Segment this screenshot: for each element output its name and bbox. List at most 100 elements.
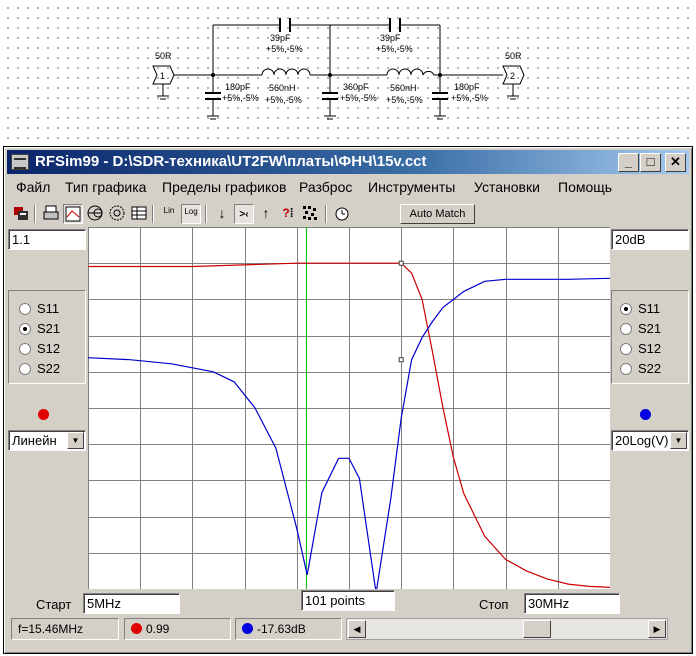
title-bar[interactable]: RFSim99 - D:\SDR-техника\UT2FW\платы\ФНЧ… — [7, 150, 689, 174]
left-scale-mode-select[interactable]: Линейн ▼ — [8, 430, 86, 451]
port-1-number: 1 — [160, 71, 165, 81]
rfsim-window: RFSim99 - D:\SDR-техника\UT2FW\платы\ФНЧ… — [3, 146, 693, 654]
auto-match-button[interactable]: Auto Match — [400, 204, 475, 224]
close-button[interactable]: ✕ — [665, 153, 686, 172]
smith-chart-icon[interactable] — [85, 204, 105, 224]
menu-settings[interactable]: Установки — [474, 179, 540, 195]
cap-180pf-2-value: 180pF — [454, 82, 480, 92]
narrow-icon[interactable]: >‹ — [234, 204, 254, 224]
right-radio-s12-label: S12 — [638, 341, 662, 356]
points-field[interactable]: 101 points — [301, 590, 395, 611]
marker-s21 — [398, 260, 404, 266]
status-left-value: 0.99 — [124, 618, 231, 640]
toolbar: Lin Log ↓ >‹ ↑ ?⁞ Auto Match — [7, 202, 689, 226]
random-icon[interactable] — [300, 204, 320, 224]
left-radio-s11-label: S11 — [37, 301, 60, 316]
cap-180pf-1-tol: +5%,-5% — [222, 93, 259, 103]
rect-plot-icon[interactable] — [63, 204, 83, 224]
left-radio-s11[interactable]: S11 — [19, 301, 59, 316]
cap-39pf-1-value: 39pF — [270, 33, 291, 43]
chevron-down-icon[interactable]: ▼ — [670, 432, 687, 449]
right-radio-s11-label: S11 — [638, 301, 661, 316]
left-radio-s21[interactable]: S21 — [19, 321, 60, 336]
log-scale-label: Log — [184, 207, 198, 216]
schematic-panel: 50R 1 50R 2 39pF +5%,-5% 39pF +5%,-5% 18… — [0, 0, 696, 143]
left-scale-field[interactable]: 1.1 — [8, 229, 86, 250]
scroll-left-icon[interactable]: ◀ — [348, 620, 366, 638]
ind-2-tol: +5%,-5% — [386, 95, 423, 105]
left-radio-s21-label: S21 — [37, 321, 61, 336]
status-bar: f=15.46MHz 0.99 -17.63dB ◀ ▶ — [7, 618, 689, 642]
query-icon[interactable]: ?⁞ — [278, 204, 298, 224]
menu-file[interactable]: Файл — [16, 179, 50, 195]
port-1-label: 50R — [155, 51, 172, 61]
arrow-up-icon[interactable]: ↑ — [256, 204, 276, 224]
left-radio-s22-label: S22 — [37, 361, 61, 376]
cap-180pf-1-value: 180pF — [225, 82, 251, 92]
cap-360pf-tol: +5%,-5% — [340, 93, 377, 103]
right-radio-s11[interactable]: S11 — [620, 301, 660, 316]
schematic-icon[interactable] — [11, 204, 31, 224]
plot-area[interactable] — [87, 227, 611, 594]
status-left-value-text: 0.99 — [146, 622, 170, 636]
response-chart — [87, 227, 611, 594]
blue-dot-icon — [242, 623, 253, 634]
menu-help[interactable]: Помощь — [558, 179, 612, 195]
red-dot-icon — [131, 623, 142, 634]
ind-2-value: 560nH — [390, 83, 417, 93]
marker-s11 — [398, 357, 404, 363]
cap-39pf-2-tol: +5%,-5% — [376, 44, 413, 54]
window-title: RFSim99 - D:\SDR-техника\UT2FW\платы\ФНЧ… — [35, 153, 427, 170]
status-right-value-text: -17.63dB — [257, 622, 306, 636]
scroll-right-icon[interactable]: ▶ — [648, 620, 666, 638]
menu-spread[interactable]: Разброс — [299, 179, 352, 195]
minimize-button[interactable]: _ — [618, 153, 639, 172]
menu-plot-type[interactable]: Тип графика — [65, 179, 146, 195]
left-param-group: S11 S21 S12 S22 — [8, 290, 86, 384]
left-radio-s12[interactable]: S12 — [19, 341, 60, 356]
right-radio-s22-label: S22 — [638, 361, 662, 376]
ind-1-value: 560nH — [269, 83, 296, 93]
print-icon[interactable] — [41, 204, 61, 224]
menu-bar: Файл Тип графика Пределы графиков Разбро… — [7, 177, 689, 199]
start-frequency-field[interactable]: 5MHz — [83, 593, 180, 614]
polar-chart-icon[interactable] — [107, 204, 127, 224]
menu-tools[interactable]: Инструменты — [368, 179, 455, 195]
right-radio-s21-label: S21 — [638, 321, 662, 336]
right-radio-s12[interactable]: S12 — [620, 341, 661, 356]
lin-scale-label: Lin — [163, 206, 175, 215]
stop-frequency-field[interactable]: 30MHz — [524, 593, 620, 614]
cap-39pf-1-tol: +5%,-5% — [266, 44, 303, 54]
left-trace-color-dot — [38, 409, 49, 420]
arrow-down-icon[interactable]: ↓ — [212, 204, 232, 224]
circuit-schematic: 50R 1 50R 2 39pF +5%,-5% 39pF +5%,-5% 18… — [152, 18, 525, 120]
left-scale-mode-value: Линейн — [12, 433, 57, 448]
cap-180pf-2-tol: +5%,-5% — [451, 93, 488, 103]
right-radio-s21[interactable]: S21 — [620, 321, 661, 336]
right-trace-color-dot — [640, 409, 651, 420]
ind-1-tol: +5%,-5% — [265, 95, 302, 105]
start-label: Старт — [36, 597, 72, 612]
stop-label: Стоп — [479, 597, 509, 612]
scrollbar-thumb[interactable] — [523, 620, 551, 638]
inductor-560nh-2 — [386, 68, 435, 76]
right-param-group: S11 S21 S12 S22 — [611, 290, 689, 384]
status-frequency: f=15.46MHz — [11, 618, 119, 640]
left-radio-s22[interactable]: S22 — [19, 361, 60, 376]
status-right-value: -17.63dB — [235, 618, 342, 640]
right-scale-mode-select[interactable]: 20Log(V) ▼ — [611, 430, 689, 451]
log-scale-icon[interactable]: Log — [181, 204, 201, 224]
right-scale-mode-value: 20Log(V) — [615, 433, 669, 448]
app-icon[interactable] — [11, 154, 29, 170]
frequency-scrollbar[interactable]: ◀ ▶ — [346, 618, 668, 640]
maximize-button[interactable]: □ — [640, 153, 661, 172]
right-scale-field[interactable]: 20dB — [611, 229, 689, 250]
timer-icon[interactable] — [332, 204, 352, 224]
lin-scale-icon[interactable]: Lin — [159, 204, 179, 224]
chevron-down-icon[interactable]: ▼ — [67, 432, 84, 449]
table-icon[interactable] — [129, 204, 149, 224]
port-2-label: 50R — [505, 51, 522, 61]
cap-39pf-2-value: 39pF — [380, 33, 401, 43]
menu-plot-limits[interactable]: Пределы графиков — [162, 179, 286, 195]
right-radio-s22[interactable]: S22 — [620, 361, 661, 376]
